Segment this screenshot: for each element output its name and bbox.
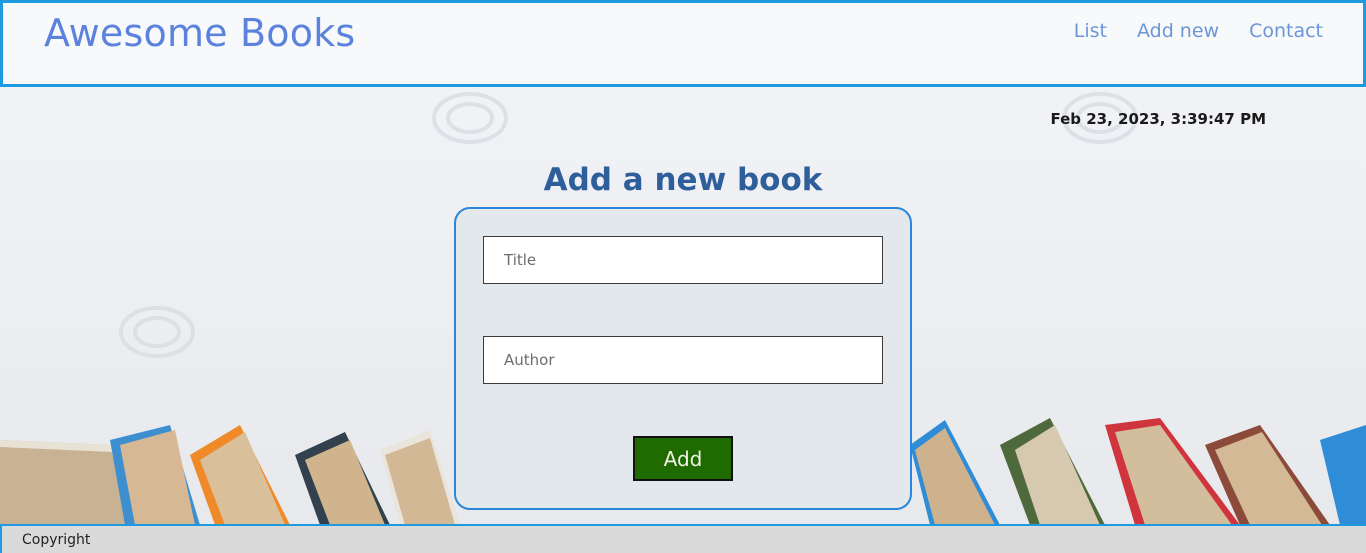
nav-link-list[interactable]: List xyxy=(1074,20,1107,42)
title-input[interactable] xyxy=(483,236,883,284)
nav-link-add-new[interactable]: Add new xyxy=(1137,20,1219,42)
site-header: Awesome Books List Add new Contact xyxy=(0,0,1366,87)
add-book-heading: Add a new book xyxy=(543,162,823,198)
nav-link-contact[interactable]: Contact xyxy=(1249,20,1323,42)
add-book-form: Add xyxy=(454,207,912,510)
author-input[interactable] xyxy=(483,336,883,384)
site-logo[interactable]: Awesome Books xyxy=(44,11,355,55)
add-button[interactable]: Add xyxy=(633,436,733,481)
copyright-text: Copyright xyxy=(22,532,91,548)
current-datetime: Feb 23, 2023, 3:39:47 PM xyxy=(1050,110,1266,128)
main-nav: List Add new Contact xyxy=(1074,20,1323,42)
site-footer: Copyright xyxy=(0,524,1366,553)
